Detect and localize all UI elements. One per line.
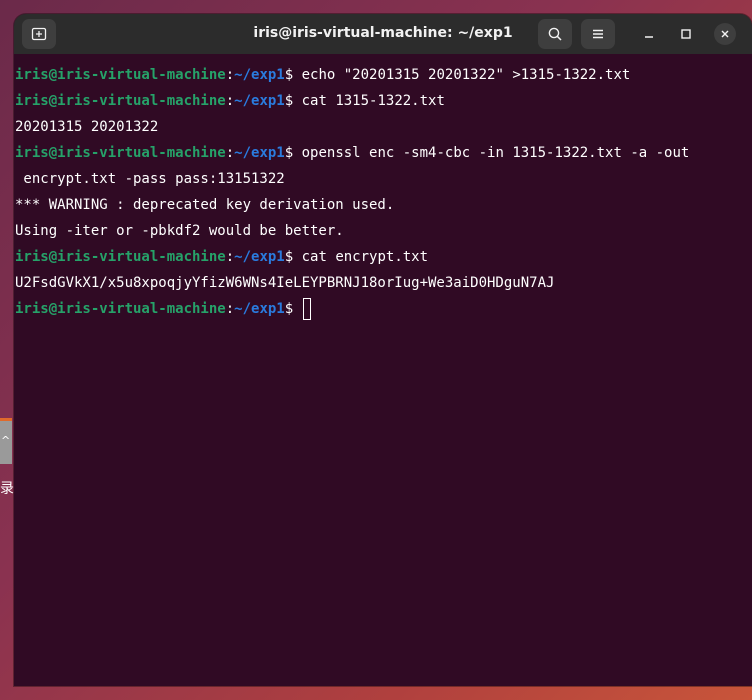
close-button[interactable] [714,23,736,45]
prompt-symbol: $ [284,145,294,161]
prompt-symbol: $ [284,301,294,317]
prompt-colon: : [225,249,235,265]
prompt-symbol: $ [284,67,294,83]
output-line: 20201315 20201322 [15,114,752,140]
output-text: 20201315 20201322 [15,119,159,135]
prompt-user-host: iris@iris-virtual-machine [15,145,226,161]
output-text: encrypt.txt -pass pass:13151322 [15,171,285,187]
scrollbar[interactable] [746,54,752,686]
prompt-symbol: $ [284,249,294,265]
output-line: *** WARNING : deprecated key derivation … [15,192,752,218]
menu-button[interactable] [581,19,615,49]
maximize-button[interactable] [675,23,697,45]
output-line: encrypt.txt -pass pass:13151322 [15,166,752,192]
prompt-symbol: $ [284,93,294,109]
prompt-colon: : [225,301,235,317]
maximize-icon [681,29,691,39]
output-text: U2FsdGVkX1/x5u8xpoqjyYfizW6WNs4IeLEYPBRN… [15,275,555,291]
prompt-path: ~/exp1 [234,93,285,109]
command-text: cat encrypt.txt [293,249,429,265]
minimize-icon [645,36,653,38]
prompt-user-host: iris@iris-virtual-machine [15,93,226,109]
title-bar[interactable]: iris@iris-virtual-machine: ~/exp1 [14,14,752,54]
output-line: U2FsdGVkX1/x5u8xpoqjyYfizW6WNs4IeLEYPBRN… [15,270,752,296]
prompt-user-host: iris@iris-virtual-machine [15,67,226,83]
prompt-path: ~/exp1 [234,301,285,317]
output-text: *** WARNING : deprecated key derivation … [15,197,395,213]
prompt-user-host: iris@iris-virtual-machine [15,249,226,265]
search-button[interactable] [538,19,572,49]
prompt-colon: : [225,93,235,109]
command-line: iris@iris-virtual-machine:~/exp1$ openss… [15,140,752,166]
prompt-path: ~/exp1 [234,249,285,265]
prompt-colon: : [225,145,235,161]
command-text: echo "20201315 20201322" >1315-1322.txt [293,67,631,83]
search-icon [548,27,562,41]
text-cursor [302,298,311,320]
command-line: iris@iris-virtual-machine:~/exp1$ cat en… [15,244,752,270]
prompt-path: ~/exp1 [234,145,285,161]
hamburger-icon [593,29,603,39]
command-line: iris@iris-virtual-machine:~/exp1$ [15,296,752,322]
prompt-path: ~/exp1 [234,67,285,83]
command-text: openssl enc -sm4-cbc -in 1315-1322.txt -… [293,145,690,161]
desktop-side-label: 录 [0,481,14,497]
command-line: iris@iris-virtual-machine:~/exp1$ cat 13… [15,88,752,114]
command-text: cat 1315-1322.txt [293,93,445,109]
output-text: Using -iter or -pbkdf2 would be better. [15,223,344,239]
prompt-colon: : [225,67,235,83]
desktop-side-tab[interactable]: ^ [0,418,12,464]
output-line: Using -iter or -pbkdf2 would be better. [15,218,752,244]
command-text [293,301,301,317]
terminal-output[interactable]: iris@iris-virtual-machine:~/exp1$ echo "… [15,62,752,322]
close-icon [721,30,729,38]
minimize-button[interactable] [638,23,660,45]
command-line: iris@iris-virtual-machine:~/exp1$ echo "… [15,62,752,88]
prompt-user-host: iris@iris-virtual-machine [15,301,226,317]
terminal-window: iris@iris-virtual-machine: ~/exp1 iris@i… [14,14,752,686]
